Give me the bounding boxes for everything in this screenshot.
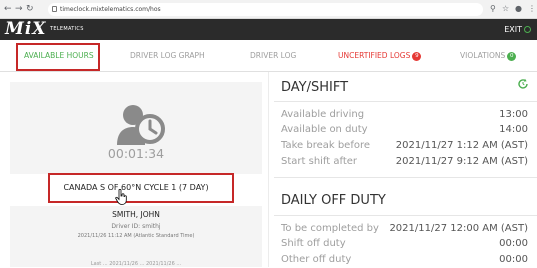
row-value: 00:00: [499, 254, 528, 265]
row-value: 14:00: [499, 124, 528, 135]
row-value: 2021/11/27 9:12 AM (AST): [395, 156, 528, 167]
lock-icon: [52, 6, 57, 12]
elapsed-timer: 00:01:34: [107, 146, 165, 161]
highlight-box-tab: [16, 43, 100, 71]
uncertified-count-badge: 9: [412, 52, 422, 61]
row-label: Available on duty: [281, 124, 368, 135]
section-divider: [274, 215, 537, 216]
row-value: 00:00: [499, 238, 528, 249]
browser-menu-icon[interactable]: ⋮: [528, 3, 536, 15]
row-label: Take break before: [281, 140, 371, 151]
row-available-on-duty: Available on duty 14:00: [281, 123, 528, 136]
app-header: MiX TELEMATICS EXIT: [0, 19, 537, 40]
brand-logo-subtitle: TELEMATICS: [50, 26, 84, 32]
highlight-box-cycle: [48, 173, 234, 203]
row-label: Other off duty: [281, 254, 352, 265]
row-label: To be completed by: [281, 223, 379, 234]
tab-violations-label: VIOLATIONS: [460, 51, 506, 60]
row-value: 2021/11/27 12:00 AM (AST): [389, 223, 528, 234]
driver-name: SMITH, JOHN: [112, 210, 160, 219]
row-shift-off-duty: Shift off duty 00:00: [281, 237, 528, 250]
back-arrow-icon[interactable]: ←: [4, 3, 12, 15]
tab-violations[interactable]: VIOLATIONS 0: [460, 50, 517, 61]
tab-uncertified-logs-label: UNCERTIFIED LOGS: [338, 51, 411, 60]
forward-arrow-icon[interactable]: →: [15, 3, 23, 15]
row-value: 13:00: [499, 109, 528, 120]
tab-uncertified-logs[interactable]: UNCERTIFIED LOGS 9: [338, 50, 422, 61]
refresh-icon[interactable]: [517, 78, 529, 90]
hours-summary-panel: DAY/SHIFT Available driving 13:00 Availa…: [274, 72, 537, 267]
row-other-off-duty: Other off duty 00:00: [281, 253, 528, 266]
daily-off-duty-title: DAILY OFF DUTY: [281, 193, 386, 208]
row-take-break-before: Take break before 2021/11/27 1:12 AM (AS…: [281, 139, 528, 152]
section-divider: [274, 101, 537, 102]
brand-logo: MiX: [5, 19, 47, 39]
row-value: 2021/11/27 1:12 AM (AST): [395, 140, 528, 151]
exit-button[interactable]: EXIT: [504, 24, 531, 35]
exit-label: EXIT: [504, 25, 522, 34]
driver-timestamp: 2021/11/26 11:12 AM (Atlantic Standard T…: [77, 233, 195, 239]
profile-icon[interactable]: ●: [515, 3, 522, 15]
driver-avatar-clock-icon: [115, 99, 165, 149]
address-bar[interactable]: timeclock.mixtelematics.com/hos: [48, 3, 483, 16]
section-divider: [274, 177, 537, 178]
driver-id: Driver ID: smithj: [111, 223, 161, 230]
panel-divider: [268, 72, 269, 267]
row-start-shift-after: Start shift after 2021/11/27 9:12 AM (AS…: [281, 155, 528, 168]
browser-toolbar: ← → ↻ timeclock.mixtelematics.com/hos ⚲ …: [0, 0, 537, 19]
translate-icon[interactable]: ⚲: [490, 3, 496, 15]
row-label: Shift off duty: [281, 238, 346, 249]
power-icon: [524, 26, 531, 33]
violations-count-badge: 0: [507, 52, 517, 61]
row-label: Available driving: [281, 109, 365, 120]
reload-icon[interactable]: ↻: [26, 3, 34, 15]
tab-driver-log-graph[interactable]: DRIVER LOG GRAPH: [130, 50, 205, 61]
bookmark-star-icon[interactable]: ☆: [502, 3, 509, 15]
tab-driver-log[interactable]: DRIVER LOG: [250, 50, 296, 61]
day-shift-title: DAY/SHIFT: [281, 80, 349, 95]
row-available-driving: Available driving 13:00: [281, 108, 528, 121]
url-text[interactable]: timeclock.mixtelematics.com/hos: [60, 4, 161, 15]
row-to-be-completed-by: To be completed by 2021/11/27 12:00 AM (…: [281, 222, 528, 235]
hand-cursor-icon: [115, 189, 127, 205]
row-label: Start shift after: [281, 156, 358, 167]
